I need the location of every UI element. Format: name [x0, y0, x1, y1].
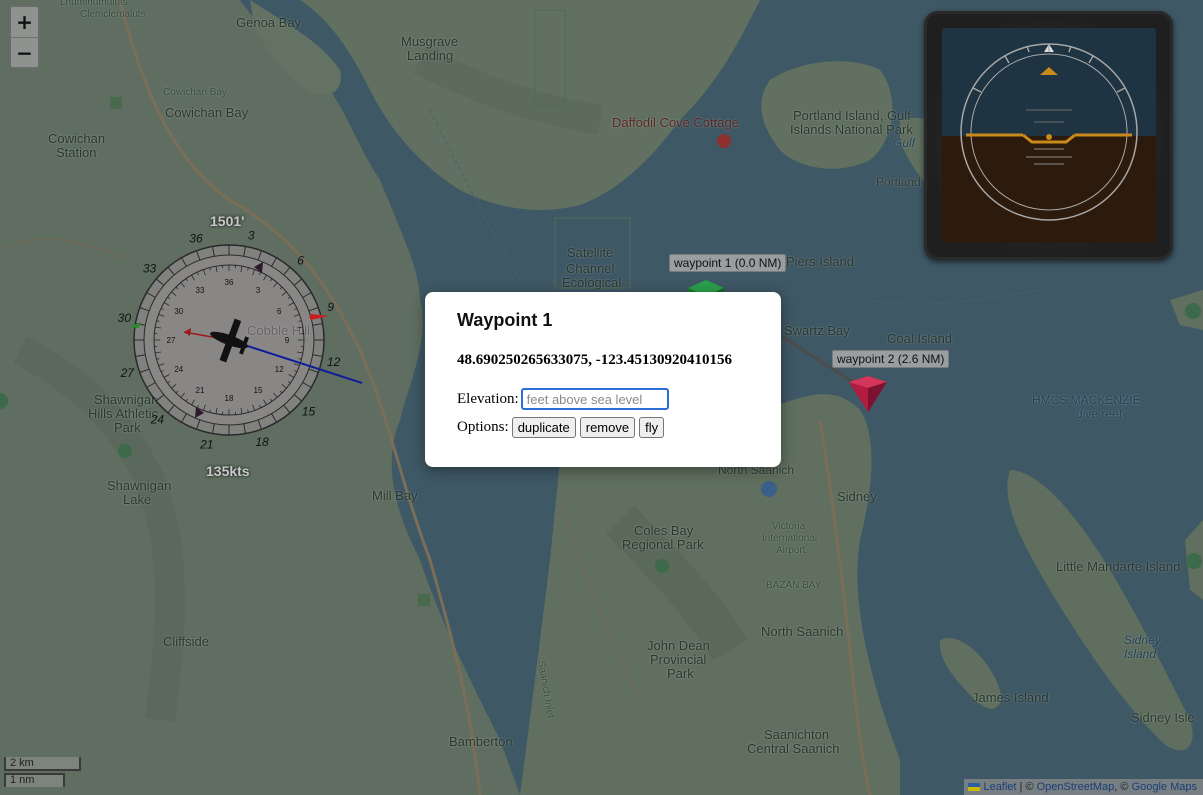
map-label: Genoa Bay: [236, 15, 302, 30]
map-label: Clemclemaluts: [80, 9, 146, 20]
map-label: Gulf: [893, 136, 916, 150]
map-label: Saanichton: [764, 727, 830, 742]
map-label: North Saanich: [761, 624, 844, 639]
map-label: Sidney: [1124, 633, 1161, 647]
map-label: Central Saanich: [747, 741, 840, 756]
aircraft-heading-hud: [129, 244, 329, 436]
openstreetmap-link[interactable]: OpenStreetMap: [1037, 781, 1115, 793]
elevation-row: Elevation:: [457, 388, 781, 410]
leaflet-link[interactable]: Leaflet: [983, 781, 1016, 793]
map-label: International: [762, 533, 818, 544]
map-label: Regional Park: [622, 537, 704, 552]
map-label: Cliffside: [163, 634, 210, 649]
map-label: BAZAN BAY: [766, 580, 822, 591]
map-label: John Dean: [647, 638, 710, 653]
waypoint-2-label: waypoint 2 (2.6 NM): [832, 350, 950, 368]
map-label: Cowichan Bay: [165, 105, 249, 120]
map-label: Swartz Bay: [784, 323, 850, 338]
options-label: Options:: [457, 419, 509, 435]
map-label: Mill Bay: [372, 488, 418, 503]
attitude-indicator: [924, 11, 1173, 260]
map-label: Coles Bay: [634, 523, 694, 538]
duplicate-button[interactable]: duplicate: [511, 417, 576, 438]
attitude-indicator-display: [942, 28, 1156, 243]
map-view[interactable]: Lhumlhumuluts' Clemclemaluts Genoa Bay M…: [0, 0, 1203, 795]
waypoint-coordinates: 48.690250265633075, -123.45130920410156: [457, 352, 732, 368]
zoom-control: + −: [9, 5, 40, 69]
map-label: Airport: [776, 545, 806, 556]
attribution-separator: | ©: [1016, 781, 1037, 793]
waypoint-popup: Waypoint 1 48.690250265633075, -123.4513…: [425, 292, 781, 467]
map-label: Portland Island, Gulf: [793, 108, 911, 123]
map-label: Sidney Isle: [1131, 710, 1195, 725]
map-label: Little Mandarte Island: [1056, 559, 1181, 574]
speed-readout: 135kts: [206, 463, 250, 479]
map-label: Islands National Park: [790, 122, 913, 137]
popup-title: Waypoint 1: [457, 310, 553, 330]
map-label: Piers Island: [786, 254, 854, 269]
map-label: Lake: [123, 492, 152, 507]
map-label: HMCS MACKENZIE-: [1032, 393, 1145, 407]
map-label: Island: [1124, 647, 1157, 661]
scale-bar-nm: 1 nm: [4, 773, 65, 787]
map-label: Cowichan Bay: [163, 87, 227, 98]
map-label: Satellite: [567, 245, 614, 260]
map-label: Lhumlhumuluts': [60, 0, 130, 8]
map-label: Park: [667, 666, 694, 681]
zoom-in-button[interactable]: +: [11, 7, 38, 37]
ukraine-flag-icon: [968, 783, 981, 791]
map-label: Victoria: [772, 521, 806, 532]
map-label: Station: [56, 145, 97, 160]
remove-button[interactable]: remove: [579, 417, 636, 438]
map-label: Provincial: [650, 652, 707, 667]
elevation-input[interactable]: [520, 388, 669, 410]
map-label: Sidney: [837, 489, 877, 504]
map-label: Bamberton: [449, 734, 513, 749]
map-label: Channel: [566, 261, 615, 276]
altitude-readout: 1501': [210, 213, 245, 229]
map-label: Daffodil Cove Cottage: [612, 115, 739, 130]
waypoint-1-label: waypoint 1 (0.0 NM): [669, 254, 787, 272]
options-row: Options: duplicate remove fly: [457, 417, 781, 438]
zoom-out-button[interactable]: −: [11, 37, 38, 67]
map-label: Cowichan: [48, 131, 106, 146]
map-label: Landing: [407, 48, 454, 63]
map-label: Ecological: [562, 275, 622, 290]
map-label: Portland: [876, 175, 921, 189]
attribution-separator: , ©: [1114, 781, 1132, 793]
google-maps-link[interactable]: Google Maps: [1132, 781, 1197, 793]
map-attribution: Leaflet | © OpenStreetMap, © Google Maps: [964, 779, 1203, 795]
map-label: Musgrave: [401, 34, 459, 49]
elevation-label: Elevation:: [457, 390, 519, 407]
map-label: Coal Island: [887, 331, 953, 346]
scale-bar-km: 2 km: [4, 757, 81, 771]
map-label: dive reef: [1076, 407, 1123, 421]
fly-button[interactable]: fly: [639, 417, 665, 438]
map-label: James Island: [972, 690, 1049, 705]
